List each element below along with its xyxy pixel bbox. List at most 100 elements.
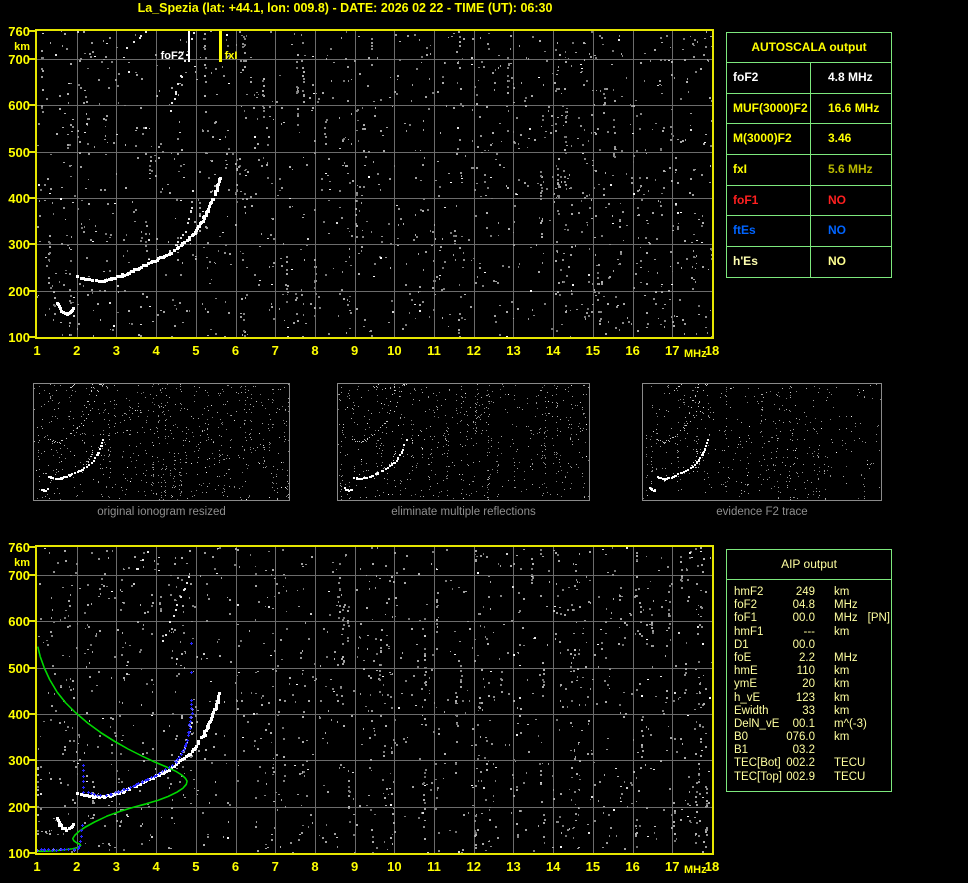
x-tick-label: 10 (387, 859, 402, 874)
aip-row: TEC[Bot] 002.2 TECU (734, 757, 891, 770)
x-tick-label: 5 (192, 859, 200, 874)
x-tick-label: 18 (704, 343, 720, 358)
aip-param-unit: km (834, 691, 850, 704)
x-tick-label: 1 (33, 343, 41, 358)
x-tick-label: 16 (625, 343, 640, 358)
aip-param-value: --- (803, 625, 816, 638)
aip-row: DelN_vE 00.1 m^(-3) (734, 718, 891, 731)
x-tick-label: 6 (231, 859, 240, 874)
table-row: M(3000)F2 3.46 (727, 124, 891, 156)
aip-param-unit: km (834, 704, 850, 717)
param-value: NO (828, 192, 846, 207)
y-tick-label: 700 (8, 567, 30, 583)
x-tick-label: 11 (427, 859, 441, 874)
x-tick-label: 8 (311, 859, 319, 874)
aip-param-value: 00.0 (792, 638, 815, 651)
param-value: 4.8 MHz (828, 70, 873, 84)
aip-row: foF1 00.0 MHz [PN] (734, 612, 891, 625)
y-tick-label: 400 (8, 706, 30, 722)
table-row: MUF(3000)F2 16.6 MHz (727, 93, 891, 125)
aip-param-label: foF1 (734, 612, 758, 625)
x-tick-label: 2 (73, 859, 81, 874)
x-tick-label: 7 (271, 859, 279, 874)
x-axis-unit: MHz (684, 348, 707, 360)
x-axis-unit: MHz (684, 864, 707, 876)
y-axis-unit: km (14, 557, 30, 569)
x-tick-label: 12 (466, 343, 481, 358)
param-value: 16.6 MHz (828, 100, 880, 115)
autoscala-output-table: AUTOSCALA output foF2 4.8 MHz MUF(3000)F… (726, 32, 892, 278)
y-tick-label: 300 (8, 753, 30, 769)
table-row: h'Es NO (727, 247, 891, 278)
x-tick-label: 13 (506, 343, 521, 358)
aip-param-value: 002.2 (786, 757, 815, 770)
param-label: ftEs (727, 216, 811, 247)
aip-param-value: 20 (802, 678, 815, 691)
aip-param-unit: km (834, 678, 850, 691)
aip-param-unit: MHz (834, 612, 858, 625)
aip-param-value: 03.2 (792, 744, 815, 757)
aip-param-unit: TECU (834, 770, 866, 783)
aip-row: hmF2 249 km (734, 586, 891, 599)
aip-param-value: 002.9 (786, 770, 815, 783)
param-label: fxI (727, 155, 811, 185)
aip-param-label: B0 (734, 731, 749, 744)
x-tick-label: 14 (545, 343, 561, 358)
autoscala-table-header: AUTOSCALA output (727, 33, 891, 63)
y-tick-label: 300 (8, 237, 30, 253)
aip-row: D1 00.0 (734, 639, 891, 652)
aip-param-label: Ewidth (734, 704, 769, 717)
param-value: 3.46 (828, 131, 852, 146)
table-row: fxI 5.6 MHz (727, 155, 891, 186)
param-label: h'Es (727, 247, 811, 278)
param-value: NO (828, 254, 846, 269)
y-tick-label: 760 (8, 24, 30, 39)
aip-param-value: 33 (802, 704, 815, 717)
y-tick-label: 100 (8, 330, 30, 345)
aip-param-label: hmF2 (734, 586, 764, 598)
x-tick-label: 11 (427, 343, 441, 358)
table-row: foF2 4.8 MHz (727, 63, 891, 94)
panel-caption: evidence F2 trace (716, 506, 808, 518)
aip-param-value: 110 (796, 665, 815, 678)
x-tick-label: 1 (33, 859, 41, 874)
y-tick-label: 100 (8, 846, 30, 861)
x-tick-label: 18 (704, 859, 720, 874)
y-tick-label: 600 (8, 614, 30, 630)
aip-row: h_vE 123 km (734, 692, 891, 705)
aip-param-label: hmE (734, 665, 758, 678)
aip-row: B0 076.0 km (734, 731, 891, 744)
param-label: M(3000)F2 (727, 124, 811, 155)
aip-param-value: 00.0 (792, 612, 815, 625)
aip-param-label: B1 (734, 744, 749, 757)
x-tick-label: 8 (311, 343, 319, 358)
y-tick-label: 760 (8, 540, 30, 555)
aip-row: TEC[Top] 002.9 TECU (734, 771, 891, 784)
table-row: ftEs NO (727, 216, 891, 248)
param-label: foF2 (727, 63, 811, 93)
bottom-ionogram-plot (37, 547, 712, 853)
panel-caption: original ionogram resized (97, 506, 226, 518)
aip-param-label: TEC[Bot] (734, 757, 781, 770)
autoscala-screen: La_Spezia (lat: +44.1, lon: 009.8) - DAT… (0, 0, 968, 883)
aip-param-unit: km (834, 665, 850, 678)
x-tick-label: 15 (585, 343, 601, 358)
aip-param-unit: km (834, 586, 850, 598)
x-tick-label: 16 (625, 859, 640, 874)
x-tick-label: 15 (585, 859, 601, 874)
x-tick-label: 13 (506, 859, 521, 874)
aip-param-unit: MHz (834, 599, 858, 612)
x-tick-label: 12 (466, 859, 481, 874)
x-tick-label: 3 (112, 859, 121, 874)
aip-param-value: 00.1 (792, 717, 815, 730)
aip-param-value: 2.2 (799, 651, 815, 664)
aip-table-header: AIP output (727, 550, 891, 580)
panel-evidence-f2-trace (642, 383, 882, 501)
aip-table-body: hmF2 249 km foF2 04.8 MHz foF1 00.0 MHz [PN] hmF1 -… (727, 580, 891, 784)
y-tick-label: 700 (8, 51, 30, 67)
x-tick-label: 5 (192, 343, 200, 358)
aip-param-label: h_vE (734, 691, 761, 704)
aip-param-unit: km (834, 731, 850, 744)
y-tick-label: 600 (8, 98, 30, 114)
aip-output-table: AIP output hmF2 249 km foF2 04.8 MHz foF1 00.0 M… (726, 549, 892, 792)
